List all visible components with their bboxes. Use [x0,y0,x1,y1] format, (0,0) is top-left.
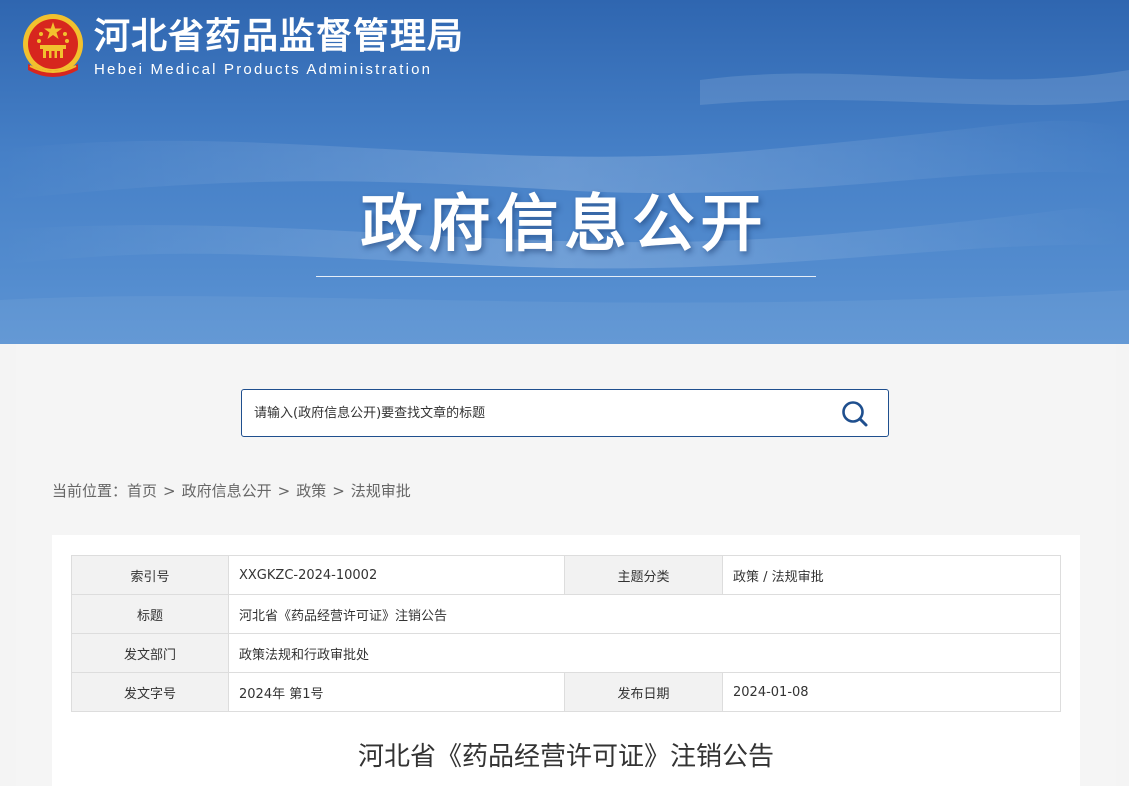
article-heading: 河北省《药品经营许可证》注销公告 [357,742,774,772]
title-value: 河北省《药品经营许可证》注销公告 [228,594,1061,634]
article-card: 索引号 XXGKZC-2024-10002 主题分类 政策 / 法规审批 标题 … [52,535,1080,786]
doc-no-label: 发文字号 [71,672,229,712]
doc-no-value: 2024年 第1号 [228,672,565,712]
search-bar [241,389,889,437]
date-value: 2024-01-08 [722,672,1061,712]
department-value: 政策法规和行政审批处 [228,633,1061,673]
breadcrumb-separator: > [163,482,176,500]
org-name-cn: 河北省药品监督管理局 [94,15,465,57]
metadata-table: 索引号 XXGKZC-2024-10002 主题分类 政策 / 法规审批 标题 … [71,555,1061,712]
category-value: 政策 / 法规审批 [722,555,1061,595]
breadcrumb-separator: > [277,482,291,500]
category-label: 主题分类 [564,555,723,595]
search-input[interactable] [242,390,812,436]
header-banner: 河北省药品监督管理局 Hebei Medical Products Admini… [0,0,1129,344]
breadcrumb-home[interactable]: 首页 [127,482,157,500]
title-label: 标题 [71,594,229,634]
table-row: 发文字号 2024年 第1号 发布日期 2024-01-08 [71,672,1061,712]
breadcrumb-policy[interactable]: 政策 [296,482,326,500]
banner-divider [316,276,816,277]
breadcrumb-regulation[interactable]: 法规审批 [351,482,411,500]
breadcrumb-separator: > [332,482,345,500]
banner-title: 政府信息公开 [360,187,769,260]
table-row: 索引号 XXGKZC-2024-10002 主题分类 政策 / 法规审批 [71,555,1061,595]
table-row: 发文部门 政策法规和行政审批处 [71,633,1061,673]
org-name-en: Hebei Medical Products Administration [94,61,433,78]
date-label: 发布日期 [564,672,723,712]
table-row: 标题 河北省《药品经营许可证》注销公告 [71,594,1061,634]
index-no-value: XXGKZC-2024-10002 [228,555,565,595]
search-icon[interactable] [840,399,870,429]
breadcrumb-gov-info[interactable]: 政府信息公开 [182,482,272,500]
content-panel: 当前位置：首页 > 政府信息公开 > 政策 > 法规审批 索引号 XXGKZC-2024-1… [16,344,1116,786]
department-label: 发文部门 [71,633,229,673]
index-no-label: 索引号 [71,555,229,595]
national-emblem-icon [23,14,83,77]
breadcrumb-prefix: 当前位置： [52,482,128,500]
breadcrumb: 当前位置：首页 > 政府信息公开 > 政策 > 法规审批 [52,481,411,501]
